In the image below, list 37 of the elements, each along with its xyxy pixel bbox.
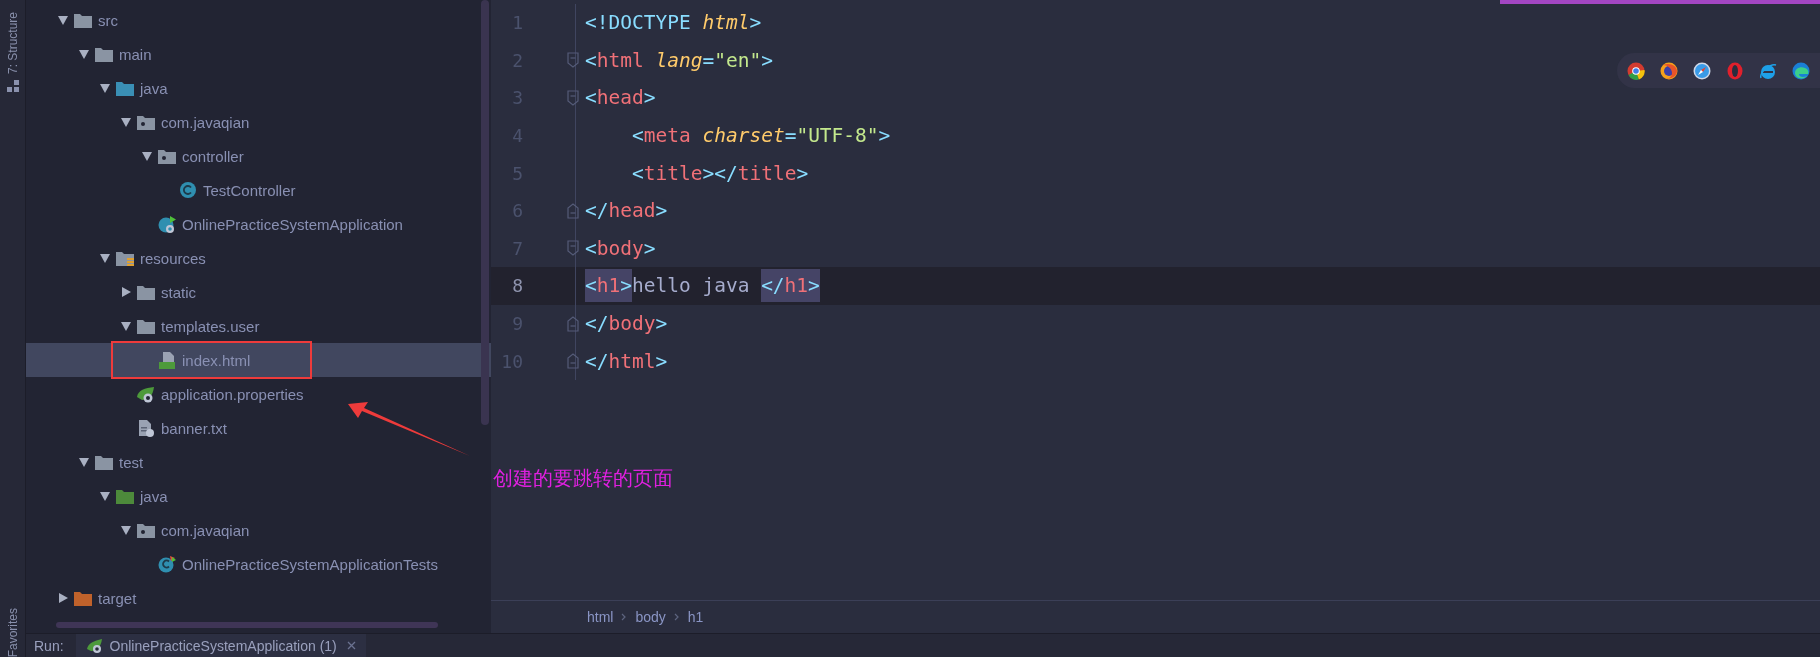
tree-item[interactable]: application.properties [26,377,491,411]
tree-item[interactable]: templates.user [26,309,491,343]
run-label: Run: [33,637,65,654]
breadcrumb[interactable]: html [587,609,614,625]
tree-item[interactable]: controller [26,139,491,173]
code-line: <meta charset="UTF-8"> [631,123,891,150]
tree-item[interactable]: target [26,581,491,615]
tree-item[interactable]: src [26,3,491,37]
code-line: <body> [585,235,656,262]
tree-item[interactable]: test [26,445,491,479]
tree-item[interactable]: OnlinePracticeSystemApplication [26,207,491,241]
tree-item[interactable]: static [26,275,491,309]
breadcrumb[interactable]: h1 [687,609,704,625]
tree-item[interactable]: com.javaqian [26,105,491,139]
code-line: </html> [585,348,668,375]
tree-item[interactable]: index.html [26,343,491,377]
structure-tab[interactable]: 7: Structure [5,12,20,75]
code-line: <!DOCTYPE html> [585,10,762,37]
code-line: <head> [585,85,656,112]
code-line: </body> [585,311,668,338]
code-line: <html lang="en"> [585,47,773,74]
annotation-text: 创建的要跳转的页面 [493,466,673,491]
tree-item[interactable]: java [26,479,491,513]
run-tab[interactable]: OnlinePracticeSystemApplication (1) [75,634,366,657]
tree-item[interactable]: main [26,37,491,71]
tree-item[interactable]: TestController [26,173,491,207]
tree-item[interactable]: java [26,71,491,105]
tree-item[interactable]: banner.txt [26,411,491,445]
tree-item[interactable]: OnlinePracticeSystemApplicationTests [26,547,491,581]
code-line: <h1>hello java </h1> [585,267,820,305]
favorites-tab[interactable]: Favorites [5,607,20,657]
tree-item[interactable]: com.javaqian [26,513,491,547]
code-line: </head> [585,198,668,225]
code-line: <title></title> [631,160,809,187]
breadcrumb[interactable]: body [635,609,666,625]
line-number: 8 [511,275,523,297]
tree-item[interactable]: resources [26,241,491,275]
